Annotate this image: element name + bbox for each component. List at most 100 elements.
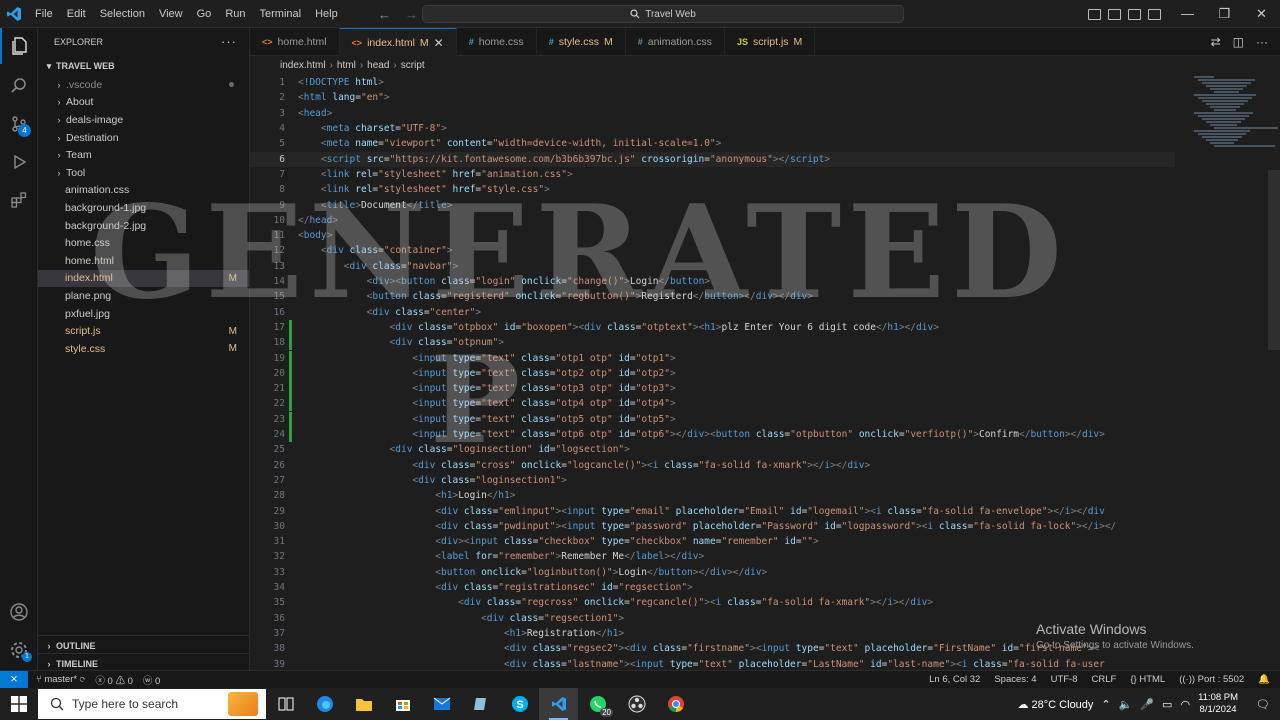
code-line[interactable]: 35 <div class="regcross" onclick="regcan… [250, 595, 1175, 610]
code-line[interactable]: 10 </head> [250, 213, 1175, 228]
folder-item[interactable]: › About [38, 94, 249, 112]
windows-start-icon[interactable] [0, 688, 38, 720]
code-line[interactable]: 1 <!DOCTYPE html> [250, 75, 1175, 90]
split-editor-icon[interactable]: ◫ [1233, 35, 1244, 49]
skype-icon[interactable]: S [500, 688, 539, 720]
code-line[interactable]: 18 <div class="otpnum"> [250, 335, 1175, 351]
live-server-port[interactable]: ((·)) Port : 5502 [1179, 674, 1244, 685]
scrollbar-thumb[interactable] [1268, 170, 1280, 350]
file-item[interactable]: animation.css [38, 182, 249, 200]
cursor-position[interactable]: Ln 6, Col 32 [929, 674, 980, 685]
notification-center-icon[interactable]: 🗨 [1246, 698, 1280, 711]
menu-item-view[interactable]: View [152, 0, 190, 28]
code-line[interactable]: 4 <meta charset="UTF-8"> [250, 121, 1175, 136]
tab-script-js[interactable]: JS script.js M [725, 28, 816, 56]
code-line[interactable]: 32 <label for="remember">Remember Me</la… [250, 549, 1175, 564]
code-line[interactable]: 14 <div><button class="login" onclick="c… [250, 274, 1175, 289]
code-line[interactable]: 22 <input type="text" class="otp4 otp" i… [250, 396, 1175, 412]
task-view-icon[interactable] [266, 688, 305, 720]
code-line[interactable]: 16 <div class="center"> [250, 305, 1175, 320]
account-icon[interactable] [0, 594, 38, 630]
file-item[interactable]: plane.png [38, 287, 249, 305]
back-arrow-icon[interactable]: ← [378, 7, 391, 22]
close-window-button[interactable]: ✕ [1243, 0, 1280, 28]
code-line[interactable]: 29 <div class="emlinput"><input type="em… [250, 503, 1175, 518]
code-line[interactable]: 31 <div><input class="checkbox" type="ch… [250, 534, 1175, 549]
file-item[interactable]: background-1.jpg [38, 199, 249, 217]
taskbar-search[interactable]: Type here to search [38, 689, 266, 719]
breadcrumb-item[interactable]: script [401, 60, 425, 71]
tab-home-html[interactable]: <> home.html [250, 28, 340, 56]
folder-item[interactable]: › Team [38, 146, 249, 164]
code-line[interactable]: 33 <button onclick="loginbutton()">Login… [250, 565, 1175, 580]
toggle-primary-sidebar-icon[interactable] [1088, 8, 1101, 20]
folder-item[interactable]: › Tool [38, 164, 249, 182]
file-explorer-icon[interactable] [344, 688, 383, 720]
code-line[interactable]: 25 <div class="loginsection" id="logsect… [250, 442, 1175, 457]
breadcrumb-item[interactable]: index.html [280, 60, 326, 71]
battery-icon[interactable]: ▭ [1162, 698, 1172, 711]
code-line[interactable]: 30 <div class="pwdinput"><input type="pa… [250, 519, 1175, 534]
code-line[interactable]: 26 <div class="cross" onclick="logcancle… [250, 458, 1175, 473]
branch-status[interactable]: ⑂ master* ⟳ [36, 674, 85, 685]
code-line[interactable]: 5 <meta name="viewport" content="width=d… [250, 136, 1175, 151]
settings-gear-icon[interactable]: 1 [0, 632, 38, 668]
customize-layout-icon[interactable] [1148, 8, 1161, 20]
tab-animation-css[interactable]: # animation.css [626, 28, 725, 56]
file-item[interactable]: home.css [38, 234, 249, 252]
code-line[interactable]: 39 <div class="lastname"><input type="te… [250, 656, 1175, 670]
weather-widget[interactable]: ☁ 28°C Cloudy [1017, 698, 1093, 711]
source-control-icon[interactable]: 4 [0, 106, 38, 142]
breadcrumb-item[interactable]: head [367, 60, 389, 71]
code-line[interactable]: 6 <script src="https://kit.fontawesome.c… [250, 151, 1175, 167]
search-view-icon[interactable] [0, 68, 38, 104]
tab-style-css[interactable]: # style.css M [537, 28, 626, 56]
tab-index-html[interactable]: <> index.html M ✕ [339, 28, 457, 56]
explorer-icon[interactable] [0, 28, 38, 64]
code-line[interactable]: 8 <link rel="stylesheet" href="style.css… [250, 182, 1175, 197]
ports-status[interactable]: ⓦ 0 [143, 673, 160, 687]
restore-button[interactable]: ❐ [1206, 0, 1243, 28]
ms-store-icon[interactable] [383, 688, 422, 720]
code-line[interactable]: 15 <button class="registerd" onclick="re… [250, 289, 1175, 304]
forward-arrow-icon[interactable]: → [405, 7, 418, 22]
code-editor[interactable]: 1 <!DOCTYPE html> 2 <html lang="en"> 3 <head>… [250, 74, 1280, 670]
menu-item-go[interactable]: Go [190, 0, 219, 28]
code-line[interactable]: 13 <div class="navbar"> [250, 259, 1175, 274]
code-line[interactable]: 9 <title>Document</title> [250, 197, 1175, 212]
compare-changes-icon[interactable]: ⇄ [1211, 35, 1221, 49]
code-line[interactable]: 17 <div class="otpbox" id="boxopen"><div… [250, 319, 1175, 335]
command-center-search[interactable]: Travel Web [422, 5, 904, 23]
clock[interactable]: 11:08 PM 8/1/2024 [1198, 692, 1238, 716]
code-line[interactable]: 3 <head> [250, 106, 1175, 121]
line-ending[interactable]: CRLF [1092, 674, 1117, 685]
toggle-panel-icon[interactable] [1108, 8, 1121, 20]
code-line[interactable]: 24 <input type="text" class="otp6 otp" i… [250, 427, 1175, 443]
mail-icon[interactable] [422, 688, 461, 720]
code-line[interactable]: 23 <input type="text" class="otp5 otp" i… [250, 411, 1175, 427]
close-tab-icon[interactable]: ✕ [434, 36, 444, 50]
menu-item-edit[interactable]: Edit [60, 0, 93, 28]
code-line[interactable]: 19 <input type="text" class="otp1 otp" i… [250, 350, 1175, 366]
code-line[interactable]: 2 <html lang="en"> [250, 90, 1175, 105]
folder-item[interactable]: › .vscode [38, 76, 249, 94]
menu-item-help[interactable]: Help [308, 0, 345, 28]
file-item[interactable]: script.js M [38, 322, 249, 340]
more-actions-icon[interactable]: ··· [1256, 35, 1268, 49]
run-debug-icon[interactable] [0, 144, 38, 180]
mic-icon[interactable]: 🎤 [1140, 698, 1154, 711]
notifications-bell-icon[interactable]: 🔔 [1258, 674, 1270, 685]
folder-item[interactable]: › deals-image [38, 111, 249, 129]
code-line[interactable]: 7 <link rel="stylesheet" href="animation… [250, 167, 1175, 182]
code-line[interactable]: 21 <input type="text" class="otp3 otp" i… [250, 381, 1175, 397]
file-item[interactable]: home.html [38, 252, 249, 270]
code-line[interactable]: 11 <body> [250, 228, 1175, 243]
network-icon[interactable]: ◠ [1180, 698, 1190, 711]
obs-icon[interactable] [617, 688, 656, 720]
outline-section[interactable]: › OUTLINE [38, 635, 250, 655]
code-line[interactable]: 12 <div class="container"> [250, 243, 1175, 258]
code-line[interactable]: 20 <input type="text" class="otp2 otp" i… [250, 365, 1175, 381]
encoding[interactable]: UTF-8 [1051, 674, 1078, 685]
code-line[interactable]: 34 <div class="registrationsec" id="regs… [250, 580, 1175, 595]
language-mode[interactable]: {} HTML [1130, 674, 1165, 685]
